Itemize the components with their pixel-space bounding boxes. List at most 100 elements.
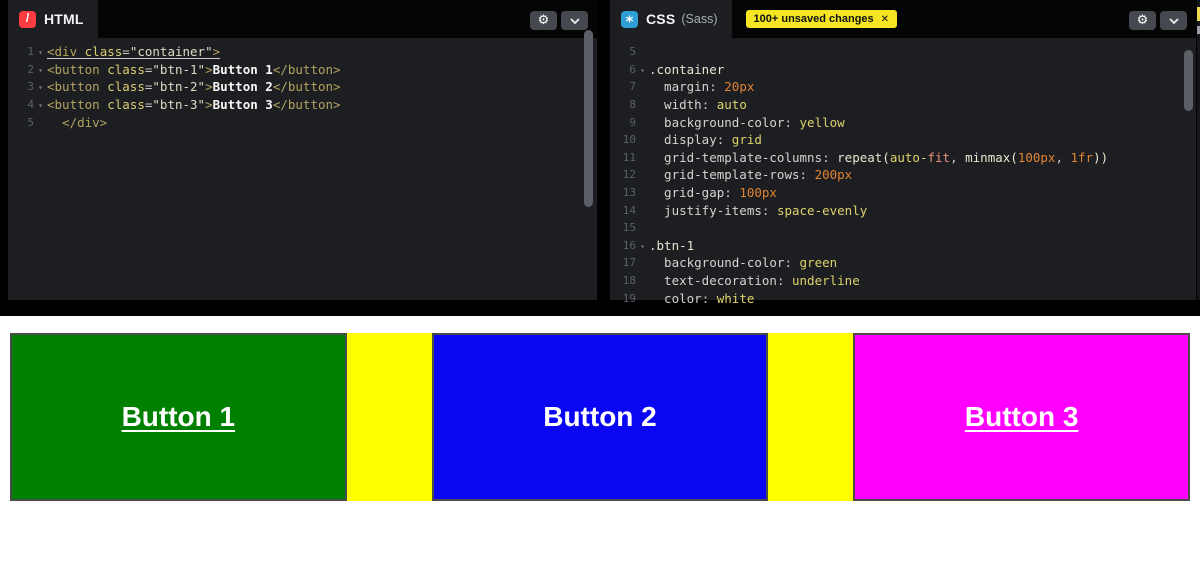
code-text: grid-template-rows: 200px bbox=[649, 167, 853, 183]
preview-button-3[interactable]: Button 3 bbox=[853, 333, 1190, 501]
css-editor-scrollbar[interactable] bbox=[1184, 50, 1193, 111]
code-text: <div class="container"> bbox=[47, 44, 221, 60]
code-line[interactable]: 8 width: auto bbox=[610, 96, 1196, 114]
code-line[interactable]: 6 ▾ .container bbox=[610, 61, 1196, 79]
code-text: .btn-1 bbox=[649, 237, 695, 253]
fold-gutter bbox=[636, 156, 649, 158]
line-number: 4 bbox=[27, 98, 34, 112]
code-text: margin: 20px bbox=[649, 79, 755, 95]
line-number: 16 bbox=[622, 238, 636, 252]
preview-grid-container: Button 1 Button 2 Button 3 bbox=[10, 333, 1190, 501]
code-line[interactable]: 13 grid-gap: 100px bbox=[610, 184, 1196, 202]
line-number: 13 bbox=[622, 186, 636, 200]
code-line[interactable]: 9 background-color: yellow bbox=[610, 113, 1196, 131]
fold-gutter bbox=[636, 86, 649, 88]
fold-gutter bbox=[636, 227, 649, 229]
line-number: 18 bbox=[622, 274, 636, 288]
css-settings-button[interactable]: ⚙ bbox=[1129, 11, 1156, 30]
fold-gutter bbox=[636, 280, 649, 282]
code-text: width: auto bbox=[649, 97, 747, 113]
fold-gutter bbox=[636, 297, 649, 299]
code-line[interactable]: 5 </div> bbox=[8, 113, 597, 131]
preview-button-1[interactable]: Button 1 bbox=[10, 333, 347, 501]
badge-close-icon[interactable]: ✕ bbox=[881, 14, 889, 25]
css-collapse-button[interactable] bbox=[1160, 11, 1187, 30]
line-number: 7 bbox=[629, 80, 636, 94]
chevron-down-icon bbox=[569, 17, 580, 24]
fold-arrow-icon[interactable]: ▾ bbox=[34, 64, 47, 75]
code-line[interactable]: 5 bbox=[610, 43, 1196, 61]
code-text: color: white bbox=[649, 290, 755, 306]
fold-arrow-icon[interactable]: ▾ bbox=[636, 64, 649, 75]
fold-gutter bbox=[636, 121, 649, 123]
code-text: background-color: yellow bbox=[649, 114, 845, 130]
code-text: .container bbox=[649, 61, 725, 77]
tab-html[interactable]: / HTML bbox=[8, 0, 98, 38]
fold-gutter bbox=[636, 174, 649, 176]
html-collapse-button[interactable] bbox=[561, 11, 588, 30]
code-text: </div> bbox=[47, 114, 108, 130]
code-line[interactable]: 11 grid-template-columns: repeat(auto-fi… bbox=[610, 149, 1196, 167]
html-icon: / bbox=[19, 10, 36, 28]
tab-css[interactable]: * CSS (Sass) bbox=[610, 0, 732, 38]
line-number: 14 bbox=[622, 203, 636, 217]
fold-arrow-icon[interactable]: ▾ bbox=[636, 240, 649, 251]
line-number: 8 bbox=[629, 98, 636, 112]
code-line[interactable]: 4 ▾ <button class="btn-3">Button 3</button… bbox=[8, 96, 597, 114]
line-number: 5 bbox=[629, 45, 636, 59]
fold-arrow-icon[interactable]: ▾ bbox=[34, 46, 47, 57]
code-line[interactable]: 1 ▾ <div class="container"> bbox=[8, 43, 597, 61]
line-number: 15 bbox=[622, 221, 636, 235]
line-number: 6 bbox=[629, 62, 636, 76]
chevron-down-icon bbox=[1168, 17, 1179, 24]
line-number: 2 bbox=[27, 62, 34, 76]
fold-arrow-icon[interactable]: ▾ bbox=[34, 81, 47, 92]
code-line[interactable]: 7 margin: 20px bbox=[610, 78, 1196, 96]
code-text: grid-template-columns: repeat(auto-fit, … bbox=[649, 149, 1109, 165]
code-line[interactable]: 14 justify-items: space-evenly bbox=[610, 201, 1196, 219]
tab-css-label: CSS bbox=[646, 11, 676, 27]
html-settings-button[interactable]: ⚙ bbox=[530, 11, 557, 30]
tab-html-label: HTML bbox=[44, 11, 84, 27]
fold-gutter bbox=[636, 51, 649, 53]
gear-icon: ⚙ bbox=[537, 13, 550, 28]
html-code-editor[interactable]: 1 ▾ <div class="container"> 2 ▾ <button class… bbox=[8, 38, 597, 131]
css-tabbar: * CSS (Sass) 100+ unsaved changes ✕ ⚙ bbox=[610, 0, 1196, 38]
code-text: <button class="btn-1">Button 1</button> bbox=[47, 61, 341, 77]
line-number: 1 bbox=[27, 45, 34, 59]
code-text: background-color: green bbox=[649, 255, 838, 271]
code-line[interactable]: 19 color: white bbox=[610, 289, 1196, 307]
line-number: 10 bbox=[622, 133, 636, 147]
fold-gutter bbox=[636, 262, 649, 264]
line-number: 11 bbox=[622, 150, 636, 164]
line-number: 19 bbox=[622, 291, 636, 305]
html-editor-panel: / HTML ⚙ 1 ▾ <div class="container"> 2 ▾ <but… bbox=[8, 0, 597, 300]
code-text: justify-items: space-evenly bbox=[649, 202, 868, 218]
fold-gutter bbox=[34, 121, 47, 123]
unsaved-changes-badge[interactable]: 100+ unsaved changes ✕ bbox=[745, 10, 898, 28]
code-line[interactable]: 10 display: grid bbox=[610, 131, 1196, 149]
preview-button-2[interactable]: Button 2 bbox=[431, 333, 769, 501]
preview-pane: Button 1 Button 2 Button 3 bbox=[0, 316, 1200, 565]
code-line[interactable]: 12 grid-template-rows: 200px bbox=[610, 166, 1196, 184]
html-editor-scrollbar[interactable] bbox=[584, 30, 593, 207]
css-code-editor[interactable]: 5 6 ▾ .container 7 margin: 20px 8 width: auto… bbox=[610, 38, 1196, 307]
gear-icon: ⚙ bbox=[1136, 13, 1149, 28]
line-number: 17 bbox=[622, 256, 636, 270]
unsaved-changes-text: 100+ unsaved changes bbox=[753, 13, 874, 25]
tab-css-preprocessor-label: (Sass) bbox=[681, 12, 718, 26]
sass-icon: * bbox=[621, 10, 638, 31]
fold-gutter bbox=[636, 209, 649, 211]
code-line[interactable]: 17 background-color: green bbox=[610, 254, 1196, 272]
fold-arrow-icon[interactable]: ▾ bbox=[34, 99, 47, 110]
code-line[interactable]: 15 bbox=[610, 219, 1196, 237]
line-number: 3 bbox=[27, 80, 34, 94]
code-text: <button class="btn-3">Button 3</button> bbox=[47, 97, 341, 113]
code-line[interactable]: 16 ▾ .btn-1 bbox=[610, 237, 1196, 255]
code-line[interactable]: 2 ▾ <button class="btn-1">Button 1</button… bbox=[8, 61, 597, 79]
line-number: 9 bbox=[629, 115, 636, 129]
code-line[interactable]: 18 text-decoration: underline bbox=[610, 272, 1196, 290]
line-number: 5 bbox=[27, 115, 34, 129]
code-text: text-decoration: underline bbox=[649, 273, 860, 289]
code-line[interactable]: 3 ▾ <button class="btn-2">Button 2</button… bbox=[8, 78, 597, 96]
